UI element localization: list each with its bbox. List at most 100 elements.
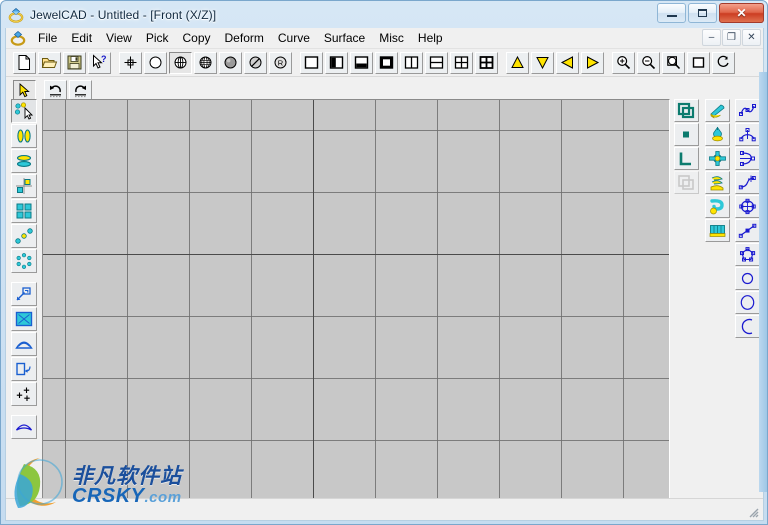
shaded-alt-button[interactable] bbox=[244, 51, 267, 74]
zoom-window-icon bbox=[667, 56, 681, 70]
menu-bar: File Edit View Pick Copy Deform Curve Su… bbox=[6, 28, 763, 49]
svg-text:?: ? bbox=[101, 54, 107, 64]
circle-by-points-button[interactable] bbox=[734, 195, 760, 218]
dome-button[interactable] bbox=[11, 332, 37, 356]
mdi-restore-button[interactable]: ❐ bbox=[722, 29, 741, 46]
drawing-canvas[interactable] bbox=[42, 99, 670, 517]
rotate-up-button[interactable] bbox=[506, 51, 529, 74]
triangle-left-icon bbox=[560, 56, 573, 69]
rotate-down-button[interactable] bbox=[531, 51, 554, 74]
zoom-previous-button[interactable] bbox=[712, 51, 735, 74]
rectangle-select-button[interactable] bbox=[11, 307, 37, 331]
document-icon[interactable] bbox=[10, 30, 26, 46]
bezier-button[interactable] bbox=[734, 147, 760, 170]
tangent-curve-button[interactable] bbox=[734, 171, 760, 194]
flip-button[interactable] bbox=[11, 357, 37, 381]
zoom-window-button[interactable] bbox=[662, 51, 685, 74]
band-button[interactable] bbox=[704, 219, 730, 242]
view-quad-bold-button[interactable] bbox=[475, 51, 498, 74]
title-bar[interactable]: JewelCAD - Untitled - [Front (X/Z)] ✕ bbox=[1, 1, 767, 28]
view-single-button[interactable] bbox=[300, 51, 323, 74]
circle-button[interactable] bbox=[734, 267, 760, 290]
ellipse-button[interactable] bbox=[734, 291, 760, 314]
layer-corner-icon bbox=[679, 152, 691, 166]
pick-pair-button[interactable] bbox=[11, 124, 37, 148]
context-help-button[interactable]: ? bbox=[88, 51, 111, 74]
points-mode-button[interactable] bbox=[119, 51, 142, 74]
mesh-mode-button[interactable] bbox=[169, 51, 192, 74]
undo-icon bbox=[50, 85, 61, 98]
pick-quadrant-button[interactable] bbox=[11, 174, 37, 198]
polygon-button[interactable] bbox=[734, 243, 760, 266]
view-quad-button[interactable] bbox=[450, 51, 473, 74]
save-button[interactable] bbox=[63, 51, 86, 74]
shaded-mode-button[interactable] bbox=[219, 51, 242, 74]
close-button[interactable]: ✕ bbox=[719, 3, 764, 23]
layer-corner-button[interactable] bbox=[673, 147, 699, 170]
menu-item-pick[interactable]: Pick bbox=[139, 29, 176, 48]
rotate-left-button[interactable] bbox=[556, 51, 579, 74]
pick-grid-icon bbox=[16, 203, 32, 219]
mdi-minimize-button[interactable]: – bbox=[702, 29, 721, 46]
dense-mesh-button[interactable] bbox=[194, 51, 217, 74]
view-hsplit-button[interactable] bbox=[425, 51, 448, 74]
resize-grip-icon[interactable] bbox=[746, 505, 759, 518]
maximize-button[interactable] bbox=[688, 3, 717, 23]
cross-bead-button[interactable] bbox=[704, 147, 730, 170]
menu-item-help[interactable]: Help bbox=[411, 29, 450, 48]
rotate-right-button[interactable] bbox=[581, 51, 604, 74]
menu-item-file[interactable]: File bbox=[31, 29, 64, 48]
control-points-icon bbox=[16, 387, 30, 401]
menu-item-copy[interactable]: Copy bbox=[176, 29, 218, 48]
view-bottom-pane-button[interactable] bbox=[350, 51, 373, 74]
menu-item-deform[interactable]: Deform bbox=[218, 29, 271, 48]
jewel-ring-icon[interactable] bbox=[8, 7, 24, 23]
bell-button[interactable] bbox=[704, 123, 730, 146]
polyline-button[interactable] bbox=[734, 219, 760, 242]
menu-item-edit[interactable]: Edit bbox=[64, 29, 99, 48]
tangent-curve-icon bbox=[738, 175, 756, 190]
circle-points-icon bbox=[738, 198, 756, 215]
new-document-button[interactable] bbox=[13, 51, 36, 74]
active-layer-button[interactable] bbox=[673, 123, 699, 146]
circle-icon bbox=[741, 272, 753, 285]
zoom-extents-button[interactable] bbox=[687, 51, 710, 74]
view-vsplit-button[interactable] bbox=[400, 51, 423, 74]
arc-button[interactable] bbox=[734, 315, 760, 338]
pick-stacked-button[interactable] bbox=[11, 149, 37, 173]
layers-button[interactable] bbox=[673, 99, 699, 122]
view-left-pane-button[interactable] bbox=[325, 51, 348, 74]
spline-button[interactable] bbox=[734, 99, 760, 122]
menu-item-curve[interactable]: Curve bbox=[271, 29, 317, 48]
mdi-close-button[interactable]: ✕ bbox=[742, 29, 761, 46]
menu-item-surface[interactable]: Surface bbox=[317, 29, 372, 48]
canvas-grid bbox=[43, 100, 669, 516]
wireframe-mode-button[interactable] bbox=[144, 51, 167, 74]
spiral-button[interactable] bbox=[704, 195, 730, 218]
zoom-in-button[interactable] bbox=[612, 51, 635, 74]
menu-item-misc[interactable]: Misc bbox=[372, 29, 411, 48]
scale-button[interactable] bbox=[11, 282, 37, 306]
select-arrow-icon bbox=[19, 83, 30, 98]
menu-item-view[interactable]: View bbox=[99, 29, 139, 48]
tube-button[interactable] bbox=[704, 99, 730, 122]
view-filled-button[interactable] bbox=[375, 51, 398, 74]
pick-ring-button[interactable] bbox=[11, 249, 37, 273]
window-title: JewelCAD - Untitled - [Front (X/Z)] bbox=[30, 7, 217, 22]
arc-curve-button[interactable] bbox=[11, 415, 37, 439]
open-file-button[interactable] bbox=[38, 51, 61, 74]
triangle-right-icon bbox=[587, 56, 600, 69]
pick-grid-button[interactable] bbox=[11, 199, 37, 223]
ghost-layers-button[interactable] bbox=[673, 171, 699, 194]
zoom-extents-icon bbox=[692, 57, 705, 68]
minimize-icon bbox=[666, 15, 677, 17]
pick-diagonal-button[interactable] bbox=[11, 224, 37, 248]
render-mode-button[interactable]: R bbox=[269, 51, 292, 74]
solid-primitive-palette bbox=[703, 99, 731, 243]
control-points-button[interactable] bbox=[11, 382, 37, 406]
coil-button[interactable] bbox=[704, 171, 730, 194]
pick-object-button[interactable] bbox=[11, 99, 37, 123]
zoom-out-button[interactable] bbox=[637, 51, 660, 74]
minimize-button[interactable] bbox=[657, 3, 686, 23]
arc-by-points-button[interactable] bbox=[734, 123, 760, 146]
